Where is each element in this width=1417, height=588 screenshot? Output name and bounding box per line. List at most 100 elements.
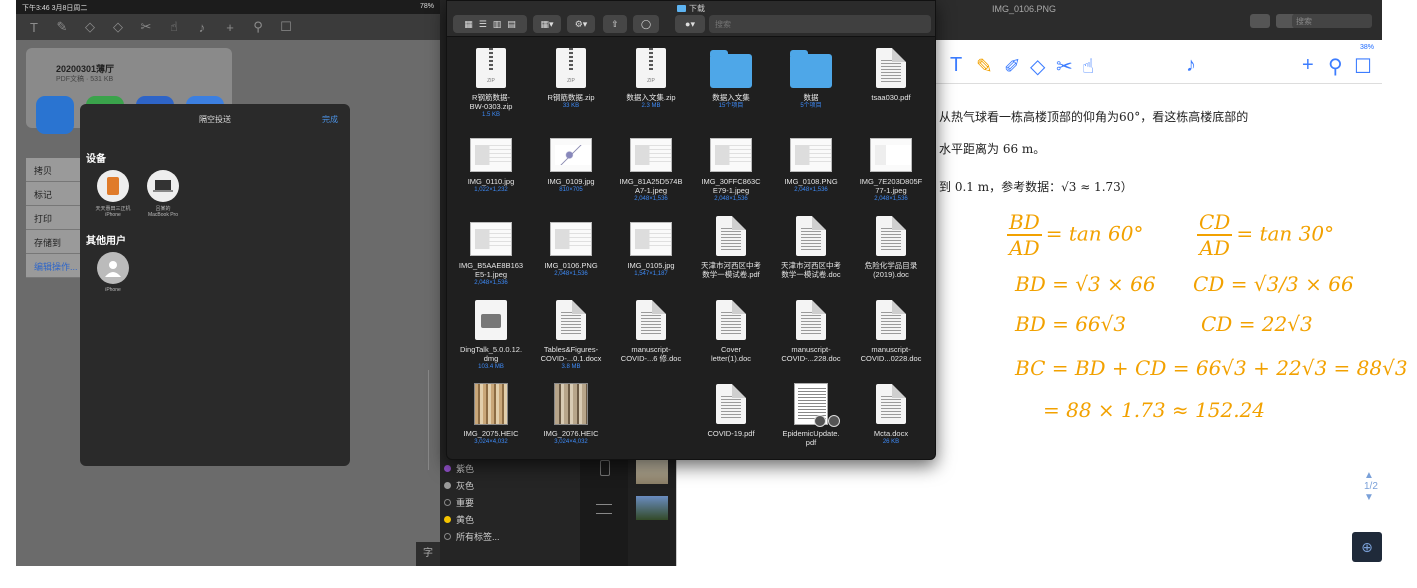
- phone-icon[interactable]: [600, 460, 610, 476]
- share-action-save[interactable]: 存储到: [26, 230, 88, 254]
- tags-button[interactable]: ◯: [633, 15, 659, 33]
- grid-view-icon[interactable]: ▦: [464, 19, 473, 30]
- file-item[interactable]: ZIP R钢筋数据- BW-0303.zip 1.5 KB: [451, 43, 531, 127]
- file-item[interactable]: EpidemicUpdate. pdf: [771, 379, 851, 459]
- thumbnail-image[interactable]: [636, 460, 668, 484]
- left-tool-settings[interactable]: ⚲: [250, 19, 266, 35]
- document-icon: [790, 297, 832, 343]
- file-item[interactable]: 天津市河西区中考 数学一模试卷.doc: [771, 211, 851, 295]
- fraction: BD AD: [1007, 210, 1042, 260]
- finder-window: 下载 ▦ ☰ ▥ ▤ ▦▾ ⚙▾ ⇧ ◯ ●▾ ZIPR钢筋数据- BW-030…: [446, 0, 936, 460]
- left-scrollbar[interactable]: [428, 370, 436, 470]
- file-item[interactable]: DingTalk_5.0.0.12. dmg 103.4 MB: [451, 295, 531, 379]
- airdrop-done-button[interactable]: 完成: [322, 114, 338, 125]
- file-item[interactable]: manuscript- COVID-...228.doc: [771, 295, 851, 379]
- file-item[interactable]: ZIP R钢筋数据.zip 33 KB: [531, 43, 611, 127]
- pen-tool-icon[interactable]: ✎: [976, 54, 993, 79]
- zoom-icon[interactable]: ⊕: [1352, 532, 1382, 562]
- file-item[interactable]: 数据入文集 15个项目: [691, 43, 771, 127]
- file-item[interactable]: Tables&Figures- COVID-...0.1.docx 3.8 MB: [531, 295, 611, 379]
- tag-important[interactable]: 重要: [444, 494, 564, 511]
- file-item[interactable]: 危险化学品目录 (2019).doc: [851, 211, 931, 295]
- document-icon: [710, 213, 752, 259]
- left-tool-lasso[interactable]: ✂: [138, 19, 154, 35]
- eraser-tool-icon[interactable]: ◇: [1030, 54, 1045, 79]
- file-item[interactable]: Mcta.docx 26 KB: [851, 379, 931, 459]
- file-item[interactable]: IMG_2075.HEIC 3,024×4,032: [451, 379, 531, 459]
- file-item[interactable]: IMG_81A25D574B A7-1.jpeg 2,048×1,536: [611, 127, 691, 211]
- file-item[interactable]: IMG_0105.jpg 1,547×1,187: [611, 211, 691, 295]
- scroll-down-icon[interactable]: ▼: [1364, 492, 1374, 503]
- file-item[interactable]: IMG_2076.HEIC 3,024×4,032: [531, 379, 611, 459]
- gallery-view-icon[interactable]: ▤: [507, 19, 516, 30]
- settings-icon[interactable]: ⚲: [1328, 54, 1343, 79]
- add-page-icon[interactable]: +: [1302, 54, 1314, 77]
- left-tool-add[interactable]: +: [222, 20, 238, 35]
- list-view-icon[interactable]: ☰: [479, 19, 487, 30]
- file-item[interactable]: ZIP 数据入文集.zip 2.3 MB: [611, 43, 691, 127]
- file-item[interactable]: Cover letter(1).doc: [691, 295, 771, 379]
- group-by-button[interactable]: ▦▾: [533, 15, 561, 33]
- zip-archive-icon: ZIP: [550, 45, 592, 91]
- zip-archive-icon: ZIP: [630, 45, 672, 91]
- file-item[interactable]: IMG_7E203D805F 77-1.jpeg 2,048×1,536: [851, 127, 931, 211]
- share-action-print[interactable]: 打印: [26, 206, 88, 230]
- text-tool-icon[interactable]: T: [950, 54, 962, 77]
- tag-gray[interactable]: 灰色: [444, 477, 564, 494]
- highlighter-tool-icon[interactable]: ✐: [1004, 54, 1021, 79]
- share-action-markup[interactable]: 标记: [26, 182, 88, 206]
- column-view-icon[interactable]: ▥: [493, 19, 502, 30]
- tag-purple[interactable]: 紫色: [444, 460, 564, 477]
- left-tool-text[interactable]: T: [26, 20, 42, 35]
- file-item[interactable]: IMG_0110.jpg 1,022×1,232: [451, 127, 531, 211]
- left-tool-pen[interactable]: ✎: [54, 19, 70, 35]
- file-item[interactable]: IMG_0109.jpg 810×705: [531, 127, 611, 211]
- tag-all[interactable]: 所有标签...: [444, 528, 564, 545]
- file-item[interactable]: IMG_0106.PNG 2,048×1,536: [531, 211, 611, 295]
- file-item[interactable]: manuscript- COVID...0228.doc: [851, 295, 931, 379]
- left-corner-button[interactable]: 字: [416, 542, 440, 566]
- left-tool-pages[interactable]: ☐: [278, 19, 294, 35]
- view-mode-segmented[interactable]: ▦ ☰ ▥ ▤: [453, 15, 527, 33]
- right-window-filename: IMG_0106.PNG: [992, 4, 1057, 14]
- file-name-text: COVID-19.pdf: [707, 429, 755, 438]
- audio-tool-icon[interactable]: ♪: [1186, 54, 1196, 77]
- finder-title-text: 下载: [689, 4, 705, 13]
- person-icon: [97, 252, 129, 284]
- file-name: tsaa030.pdf: [851, 93, 931, 102]
- edit-icon[interactable]: [1250, 14, 1270, 28]
- file-item[interactable]: IMG_0108.PNG 2,048×1,536: [771, 127, 851, 211]
- left-ipad-screen: 下午3:46 3月8日周二 78% T ✎ ◇ ◇ ✂ ☝ ♪ + ⚲ ☐ 20…: [16, 0, 440, 566]
- file-item[interactable]: IMG_B5AAE8B163 E5-1.jpeg 2,048×1,536: [451, 211, 531, 295]
- file-item[interactable]: 天津市河西区中考 数学一模试卷.pdf: [691, 211, 771, 295]
- page-scroll-indicator[interactable]: ▲ 1/2 ▼: [1364, 470, 1378, 503]
- airdrop-device-macbook[interactable]: 吕某的 MacBook Pro: [138, 170, 188, 218]
- file-item[interactable]: 数据 5个项目: [771, 43, 851, 127]
- menu-icon[interactable]: [596, 504, 612, 514]
- lasso-tool-icon[interactable]: ✂: [1056, 54, 1073, 79]
- handwriting-line-2-right: CD = √3/3 × 66: [1193, 272, 1354, 296]
- right-search-input[interactable]: 搜索: [1292, 14, 1372, 28]
- hand-tool-icon[interactable]: ☝: [1082, 54, 1094, 79]
- finder-search-input[interactable]: [709, 15, 931, 33]
- thumbnail-image[interactable]: [636, 496, 668, 520]
- share-button[interactable]: ⇧: [603, 15, 627, 33]
- file-item[interactable]: IMG_30FFC863C E79-1.jpeg 2,048×1,536: [691, 127, 771, 211]
- left-tool-highlighter[interactable]: ◇: [82, 19, 98, 35]
- airdrop-icon[interactable]: [36, 96, 74, 134]
- action-button[interactable]: ⚙▾: [567, 15, 595, 33]
- scroll-up-icon[interactable]: ▲: [1364, 470, 1374, 481]
- pages-icon[interactable]: ☐: [1354, 54, 1372, 79]
- left-tool-hand[interactable]: ☝: [166, 19, 182, 35]
- share-action-edit[interactable]: 编辑操作...: [26, 254, 88, 278]
- file-item[interactable]: manuscript- COVID-...6 修.doc: [611, 295, 691, 379]
- tag-yellow[interactable]: 黄色: [444, 511, 564, 528]
- file-item[interactable]: COVID-19.pdf: [691, 379, 771, 459]
- airdrop-other-user[interactable]: iPhone: [88, 252, 138, 293]
- more-button[interactable]: ●▾: [675, 15, 705, 33]
- share-action-copy[interactable]: 拷贝: [26, 158, 88, 182]
- file-item[interactable]: tsaa030.pdf: [851, 43, 931, 127]
- airdrop-device-iphone[interactable]: 天天惠田三正机 iPhone: [88, 170, 138, 218]
- left-tool-eraser[interactable]: ◇: [110, 19, 126, 35]
- left-tool-audio[interactable]: ♪: [194, 20, 210, 35]
